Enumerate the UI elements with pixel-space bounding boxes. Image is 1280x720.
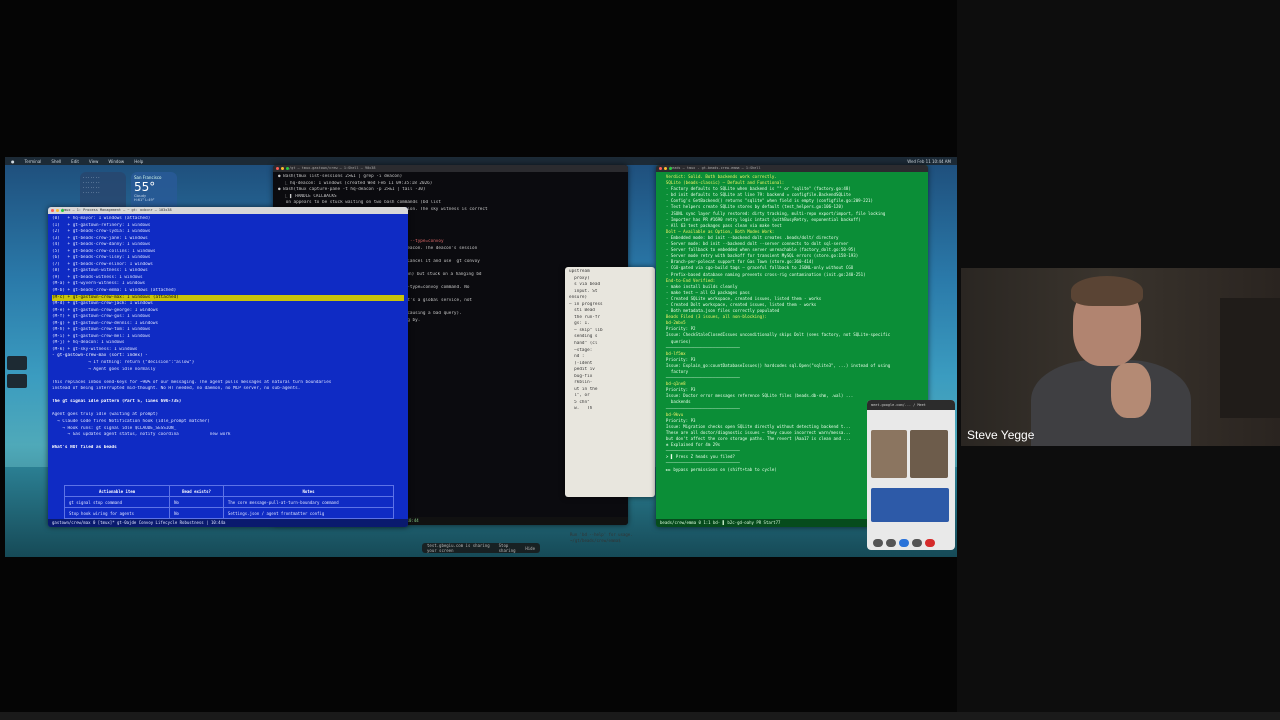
table-header: Bead exists? (169, 485, 224, 497)
menu-view[interactable]: View (89, 159, 99, 164)
window-titlebar[interactable]: tmux — 1: Process Management — ~ gt: ocb… (48, 207, 408, 214)
traffic-lights (51, 209, 64, 212)
speaker-hand (1111, 363, 1151, 418)
hangup-icon[interactable] (925, 539, 935, 547)
table-cell: No (169, 507, 224, 519)
call-titlebar: meet.google.com/... / Meet (867, 400, 955, 410)
tmux-status-bar: gastown/crew/max 0 [tmux]* gt-0ajde Conv… (48, 519, 408, 527)
window-titlebar[interactable]: beads — tmux - gt-beads-crew-emma — 1:Sh… (656, 165, 928, 172)
weather-range: H:61° L:49° (134, 198, 155, 202)
table-cell: Settings.json / agent frontmatter config (222, 507, 395, 519)
mac-menubar: ● Terminal Shell Edit View Window Help W… (5, 157, 957, 165)
speaker-hair (1071, 276, 1143, 306)
minimize-icon[interactable] (56, 209, 59, 212)
text-line: w. Th (569, 406, 593, 412)
camera-icon[interactable] (886, 539, 896, 547)
desktop-icons (7, 352, 35, 392)
menu-shell[interactable]: Shell (51, 159, 61, 164)
table-header: Actionable item (63, 485, 171, 497)
terminal-line: - JSONL sync layer fully restored: dirty… (661, 210, 886, 216)
minimize-icon[interactable] (664, 167, 667, 170)
traffic-lights (276, 167, 289, 170)
table-title: What's NOT filed as beads (52, 445, 117, 451)
calendar-grid: · · · · · · · · · · · · · · · · · · · · · ·… (83, 175, 100, 195)
meeting-stage: ● Terminal Shell Edit View Window Help W… (0, 0, 1280, 720)
call-controls (873, 539, 935, 547)
participant-video[interactable] (910, 430, 948, 478)
terminal-line: Issue: Explain_go:countDatabaseIssues() … (661, 362, 891, 368)
table-cell: No (169, 496, 224, 508)
not-filed-table: Actionable item Bead exists? Notes gt si… (63, 485, 395, 519)
window-title: beads — tmux - gt-beads-crew-emma — 1:Sh… (670, 166, 761, 170)
table-header-row: Actionable item Bead exists? Notes (63, 485, 395, 497)
desktop-file-icon[interactable] (7, 356, 27, 370)
close-icon[interactable] (659, 167, 662, 170)
desktop-file-icon[interactable] (7, 374, 27, 388)
weather-temp: 55° (134, 180, 156, 194)
more-icon[interactable] (912, 539, 922, 547)
table-cell: Stop hook wiring for agents (63, 507, 171, 519)
minimize-icon[interactable] (281, 167, 284, 170)
share-notice: test.gbegiu.com is sharing your screen (427, 543, 490, 553)
menubar-clock[interactable]: Wed Feb 11 10:44 AM (907, 159, 951, 164)
shared-screen: ● Terminal Shell Edit View Window Help W… (5, 157, 957, 557)
speaker-video: Steve Yegge (961, 268, 1280, 446)
apple-icon[interactable]: ● (11, 159, 15, 164)
editor-text: upstream proxy) s via bead input. St ens… (565, 267, 655, 415)
menu-terminal[interactable]: Terminal (25, 159, 42, 164)
stop-sharing-button[interactable]: Stop sharing (499, 543, 520, 553)
screen-share-preview[interactable] (871, 488, 949, 522)
mic-icon[interactable] (873, 539, 883, 547)
table-cell: gt signal stop command (63, 496, 171, 508)
background-shelf (1220, 298, 1280, 418)
hide-button[interactable]: Hide (525, 546, 535, 551)
terminal-line: Issue: CheckStaleClosedIssues unconditio… (661, 332, 891, 338)
traffic-lights (659, 167, 672, 170)
window-title: tmux — 1: Process Management — ~ gt: ocb… (62, 208, 172, 212)
menu-help[interactable]: Help (134, 159, 143, 164)
table-cell: The core message-pull-at-turn-boundary c… (222, 496, 395, 508)
editor-window-mid[interactable]: upstream proxy) s via bead input. St ens… (565, 267, 655, 497)
table-header: Notes (222, 485, 395, 497)
menu-window[interactable]: Window (108, 159, 124, 164)
close-icon[interactable] (276, 167, 279, 170)
table-row: Stop hook wiring for agents No Settings.… (63, 507, 395, 519)
screen-share-banner: test.gbegiu.com is sharing your screen S… (422, 543, 540, 553)
session-list: (0) + hq-mayor: 1 windows (attached) (1)… (48, 214, 408, 454)
zoom-icon[interactable] (61, 209, 64, 212)
window-titlebar[interactable]: ~/gt — tmux-gastown/crew — 1:Shell — 90x… (273, 165, 628, 172)
tmux-session-picker-window[interactable]: tmux — 1: Process Management — ~ gt: ocb… (48, 207, 408, 527)
table-row: gt signal stop command No The core messa… (63, 496, 395, 508)
window-title: ~/gt — tmux-gastown/crew — 1:Shell — 90x… (287, 166, 376, 170)
speaker-name-label: Steve Yegge (967, 428, 1035, 442)
zoom-icon[interactable] (286, 167, 289, 170)
video-call-window[interactable]: meet.google.com/... / Meet (867, 400, 955, 550)
zoom-icon[interactable] (669, 167, 672, 170)
text-line: ~/gt/beads/crew/emma$ (570, 538, 621, 543)
background-terminal-text: Run 'bd --help' for usage. ~/gt/beads/cre… (570, 532, 633, 544)
participant-video[interactable] (871, 430, 907, 478)
close-icon[interactable] (51, 209, 54, 212)
menu-edit[interactable]: Edit (71, 159, 79, 164)
bottom-strip (0, 712, 1280, 720)
present-icon[interactable] (899, 539, 909, 547)
